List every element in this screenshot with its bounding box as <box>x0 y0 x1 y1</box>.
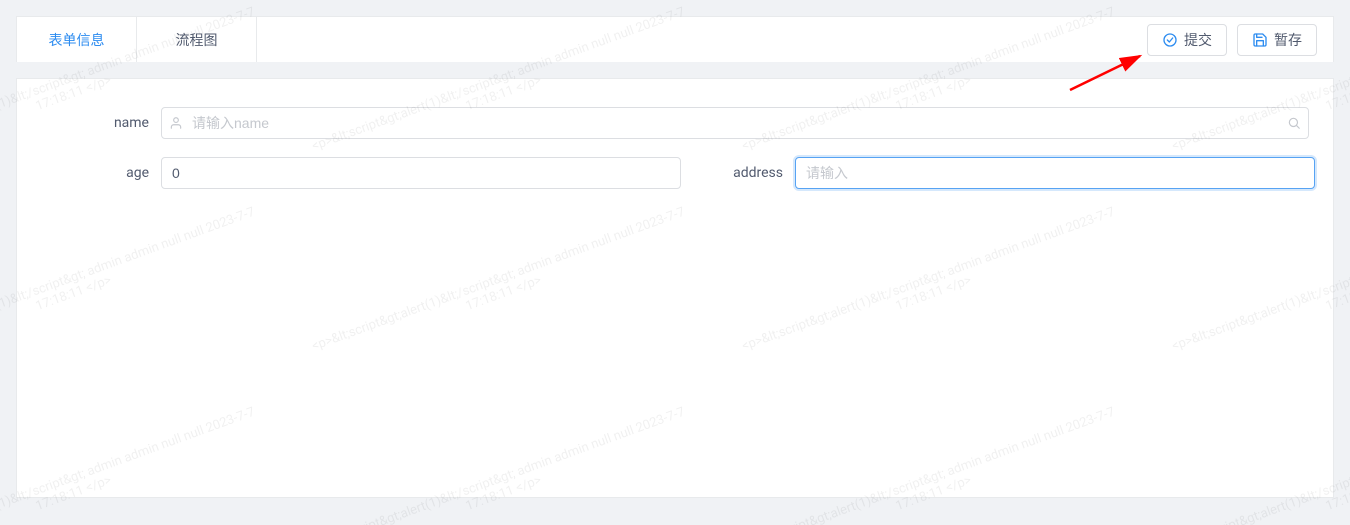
field-name: name <box>41 107 1309 139</box>
name-control <box>161 107 1309 139</box>
tab-label: 流程图 <box>176 30 218 50</box>
tabs: 表单信息 流程图 <box>17 17 257 62</box>
tab-flowchart[interactable]: 流程图 <box>137 17 257 62</box>
tab-form-info[interactable]: 表单信息 <box>17 17 137 62</box>
save-draft-button[interactable]: 暂存 <box>1237 24 1317 56</box>
form-row-name: name <box>41 107 1309 139</box>
name-label: name <box>41 115 161 131</box>
form-panel: name age add <box>16 78 1334 498</box>
age-control <box>161 157 681 189</box>
save-icon <box>1252 32 1268 48</box>
actions: 提交 暂存 <box>1147 17 1333 62</box>
address-label: address <box>705 165 795 181</box>
address-input[interactable] <box>795 157 1315 189</box>
form-row-age-address: age address <box>41 157 1309 189</box>
submit-label: 提交 <box>1184 30 1212 50</box>
age-label: age <box>41 165 161 181</box>
tab-label: 表单信息 <box>49 30 105 50</box>
field-address: address <box>705 157 1315 189</box>
page-root: <p>&lt;script&gt;alert(1)&lt;/script&gt;… <box>0 0 1350 525</box>
field-age: age <box>41 157 681 189</box>
submit-button[interactable]: 提交 <box>1147 24 1227 56</box>
save-draft-label: 暂存 <box>1274 30 1302 50</box>
address-control <box>795 157 1315 189</box>
checkmark-circle-icon <box>1162 32 1178 48</box>
name-input[interactable] <box>161 107 1309 139</box>
age-input[interactable] <box>161 157 681 189</box>
top-bar: 表单信息 流程图 提交 暂存 <box>16 16 1334 62</box>
